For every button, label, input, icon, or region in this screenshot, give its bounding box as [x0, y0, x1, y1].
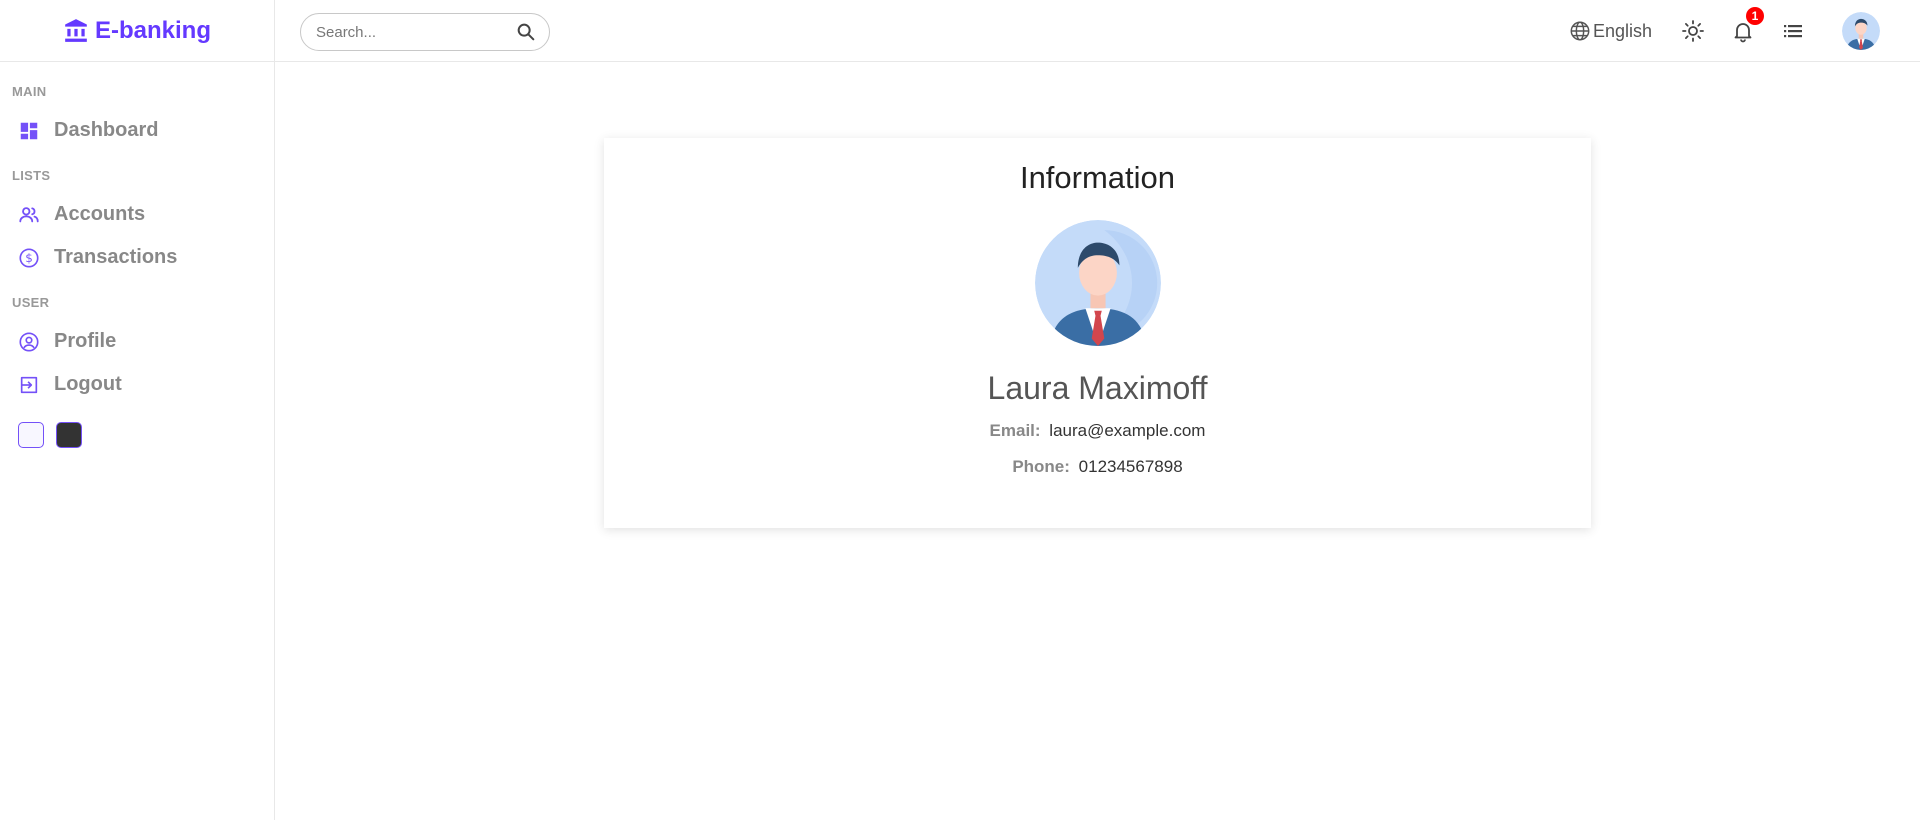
list-icon [1784, 25, 1802, 38]
sidebar-item-accounts[interactable]: Accounts [0, 193, 274, 236]
sidebar-item-dashboard[interactable]: Dashboard [0, 109, 274, 152]
phone-value: 01234567898 [1078, 457, 1183, 476]
globe-icon [1570, 21, 1590, 41]
sidebar-item-label: Accounts [54, 203, 146, 225]
sidebar-item-transactions[interactable]: $ Transactions [0, 236, 274, 279]
sidebar-section-lists: LISTS Accounts $ Transactions [0, 168, 274, 279]
sidebar-item-label: Dashboard [54, 119, 159, 141]
section-title-lists: LISTS [12, 168, 51, 183]
sidebar: E-banking MAIN Dashboard LISTS Accounts … [0, 0, 275, 820]
search-input[interactable] [316, 23, 515, 41]
brand-name: E-banking [94, 16, 211, 44]
theme-dark-button[interactable] [56, 422, 82, 448]
sidebar-section-user: USER Profile Logout [0, 295, 274, 406]
sun-icon [1682, 20, 1704, 42]
sidebar-section-main: MAIN Dashboard [0, 84, 274, 152]
dashboard-icon [20, 122, 38, 139]
notifications-button[interactable]: 1 [1730, 7, 1764, 44]
theme-light-button[interactable] [18, 422, 44, 448]
bank-icon [65, 18, 87, 42]
theme-switcher [0, 422, 274, 448]
brand-logo[interactable]: E-banking [63, 17, 211, 45]
language-label: English [1592, 20, 1652, 41]
logo-area: E-banking [0, 0, 274, 62]
dollar-circle-icon: $ [19, 247, 39, 268]
phone-detail: Phone: 01234567898 [604, 457, 1591, 477]
email-label: Email: [989, 421, 1041, 440]
language-selector[interactable]: English [1569, 20, 1652, 42]
email-detail: Email: laura@example.com [604, 421, 1591, 441]
sidebar-item-label: Logout [54, 373, 122, 395]
theme-toggle-button[interactable] [1680, 18, 1706, 44]
profile-picture [1034, 220, 1161, 346]
sidebar-item-profile[interactable]: Profile [0, 320, 274, 363]
app: E-banking MAIN Dashboard LISTS Accounts … [0, 0, 1920, 820]
people-icon [19, 206, 39, 222]
email-value: laura@example.com [1049, 421, 1206, 440]
section-title-user: USER [12, 295, 50, 310]
information-card: Information Laura Maximoff Email: laura@… [604, 138, 1591, 528]
account-circle-icon [19, 331, 39, 352]
sidebar-item-label: Transactions [54, 246, 178, 268]
user-name: Laura Maximoff [987, 370, 1208, 406]
logout-icon [20, 376, 38, 393]
topbar: English 1 [275, 0, 1920, 62]
card-title: Information [1019, 160, 1176, 195]
search-icon[interactable] [515, 21, 537, 43]
notification-badge: 1 [1746, 7, 1764, 25]
search-box [300, 13, 550, 51]
sidebar-nav: MAIN Dashboard LISTS Accounts $ Transact… [0, 62, 274, 448]
user-avatar[interactable] [1842, 12, 1880, 50]
svg-text:$: $ [25, 251, 33, 265]
sidebar-item-logout[interactable]: Logout [0, 363, 274, 406]
profile-avatar-image [1034, 220, 1161, 346]
topbar-items: English 1 [1569, 0, 1880, 62]
avatar-image [1842, 12, 1880, 50]
menu-list-button[interactable] [1780, 18, 1806, 44]
sidebar-item-label: Profile [54, 330, 117, 352]
section-title-main: MAIN [12, 84, 47, 99]
phone-label: Phone: [1012, 457, 1070, 476]
